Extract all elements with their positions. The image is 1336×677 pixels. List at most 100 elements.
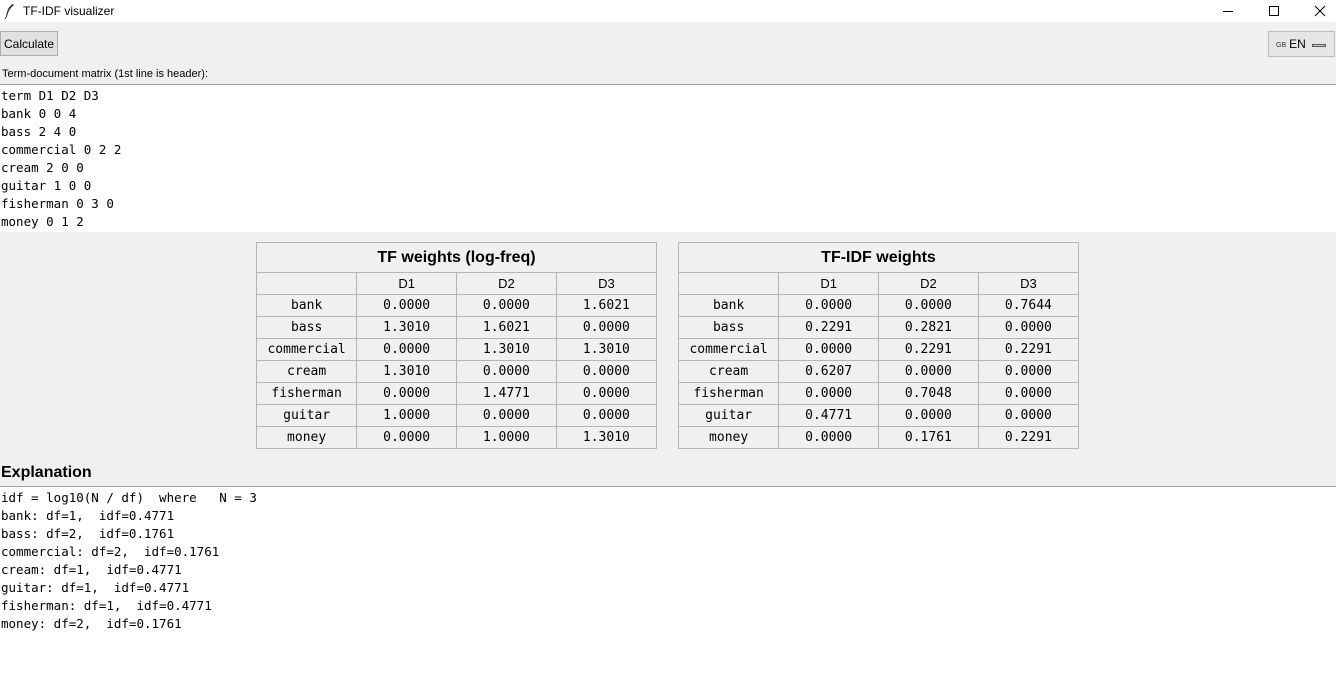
weight-cell: 0.0000 [356, 294, 457, 317]
explanation-line: idf = log10(N / df) where N = 3 [1, 490, 257, 505]
term-cell: money [257, 426, 358, 448]
close-icon [1314, 5, 1326, 17]
flag-icon: GB [1276, 42, 1287, 49]
weight-cell: 1.3010 [456, 338, 557, 361]
term-cell: money [679, 426, 780, 448]
weight-cell: 1.3010 [556, 338, 656, 361]
term-cell: cream [679, 360, 780, 383]
table-row: commercial 0.0000 0.2291 0.2291 [679, 338, 1078, 361]
weight-cell: 0.0000 [978, 360, 1078, 383]
weight-cell: 0.0000 [978, 404, 1078, 427]
weight-cell: 0.0000 [778, 426, 879, 448]
column-header: D2 [878, 273, 979, 295]
weight-cell: 0.2291 [878, 338, 979, 361]
column-header [257, 273, 358, 295]
maximize-button[interactable] [1251, 0, 1297, 22]
weight-cell: 0.7644 [978, 294, 1078, 317]
window-titlebar: TF-IDF visualizer [0, 0, 1336, 22]
table-row: money 0.0000 0.1761 0.2291 [679, 426, 1078, 448]
term-cell: bank [257, 294, 358, 317]
weight-cell: 0.1761 [878, 426, 979, 448]
minimize-button[interactable] [1205, 0, 1251, 22]
explanation-line: cream: df=1, idf=0.4771 [1, 562, 182, 577]
language-selector[interactable]: GB EN [1268, 31, 1335, 57]
weight-cell: 0.2291 [778, 316, 879, 339]
weight-cell: 0.0000 [456, 294, 557, 317]
minimize-icon [1223, 11, 1233, 12]
explanation-heading: Explanation [1, 464, 92, 481]
table-row: cream 1.3010 0.0000 0.0000 [257, 360, 656, 383]
column-header [679, 273, 780, 295]
matrix-line: commercial 0 2 2 [1, 142, 122, 157]
table-row: commercial 0.0000 1.3010 1.3010 [257, 338, 656, 361]
matrix-line: bass 2 4 0 [1, 124, 77, 139]
weight-cell: 0.0000 [556, 360, 656, 383]
close-button[interactable] [1297, 0, 1336, 22]
tf-weights-table: TF weights (log-freq) D1 D2 D3 bank 0.0000 0.… [256, 242, 657, 449]
window-title: TF-IDF visualizer [23, 4, 115, 18]
weight-cell: 1.3010 [582, 429, 630, 445]
tfidf-weights-table: TF-IDF weights D1 D2 D3 bank 0.0000 0.0000 0.7… [678, 242, 1079, 449]
weight-cell: 0.0000 [356, 382, 457, 405]
calculate-button[interactable]: Calculate [0, 31, 58, 56]
weight-cell: 0.2291 [1004, 429, 1052, 445]
column-header: D1 [778, 273, 879, 295]
explanation-line: commercial: df=2, idf=0.1761 [1, 544, 220, 559]
tf-table-title: TF weights (log-freq) [257, 243, 656, 273]
matrix-line: fisherman 0 3 0 [1, 196, 114, 211]
weight-cell: 0.0000 [878, 404, 979, 427]
weight-cell: 0.0000 [778, 382, 879, 405]
explanation-line: money: df=2, idf=0.1761 [1, 616, 182, 631]
weight-cell: 0.0000 [356, 426, 457, 448]
table-row: bass 1.3010 1.6021 0.0000 [257, 316, 656, 339]
term-cell: bass [679, 316, 780, 339]
weight-cell: 0.0000 [978, 316, 1078, 339]
weight-cell: 1.6021 [556, 294, 656, 317]
explanation-line: guitar: df=1, idf=0.4771 [1, 580, 190, 595]
explanation-line: bank: df=1, idf=0.4771 [1, 508, 175, 523]
language-code: EN [1289, 37, 1306, 51]
matrix-input-label: Term-document matrix (1st line is header… [2, 68, 209, 80]
weight-cell: 1.0000 [456, 426, 557, 448]
weight-cell: 0.2821 [878, 316, 979, 339]
weight-cell: 0.0000 [456, 404, 557, 427]
table-row: fisherman 0.0000 0.7048 0.0000 [679, 382, 1078, 405]
weight-cell: 0.0000 [778, 294, 879, 317]
matrix-line: cream 2 0 0 [1, 160, 84, 175]
column-header: D1 [356, 273, 457, 295]
weight-cell: 1.3010 [356, 360, 457, 383]
matrix-line: guitar 1 0 0 [1, 178, 92, 193]
table-row: bank 0.0000 0.0000 0.7644 [679, 294, 1078, 317]
table-header-row: D1 D2 D3 [257, 273, 656, 295]
maximize-icon [1269, 6, 1279, 16]
table-row: fisherman 0.0000 1.4771 0.0000 [257, 382, 656, 405]
weight-cell: 1.4771 [456, 382, 557, 405]
weight-cell: 0.2291 [978, 338, 1078, 361]
explanation-line: fisherman: df=1, idf=0.4771 [1, 598, 212, 613]
table-row: money 0.0000 1.0000 1.3010 [257, 426, 656, 448]
matrix-line: term D1 D2 D3 [1, 88, 99, 103]
term-cell: guitar [679, 404, 780, 427]
column-header: D2 [456, 273, 557, 295]
term-cell: fisherman [679, 382, 780, 405]
term-cell: guitar [257, 404, 358, 427]
matrix-input-textarea[interactable]: term D1 D2 D3 bank 0 0 4 bass 2 4 0 commerc… [0, 84, 1336, 232]
weight-cell: 0.0000 [556, 404, 656, 427]
term-cell: fisherman [257, 382, 358, 405]
feather-icon [4, 4, 14, 19]
weight-cell: 0.0000 [556, 382, 656, 405]
weight-cell: 0.0000 [878, 294, 979, 317]
matrix-line: bank 0 0 4 [1, 106, 77, 121]
tf-table-grid: D1 D2 D3 bank 0.0000 0.0000 1.6021 bass 1.3010 1.… [257, 273, 656, 448]
option-menu-indicator-icon [1312, 44, 1326, 47]
weight-cell: 0.6207 [778, 360, 879, 383]
explanation-line: bass: df=2, idf=0.1761 [1, 526, 175, 541]
weight-cell: 0.0000 [978, 382, 1078, 405]
weight-cell: 0.4771 [778, 404, 879, 427]
matrix-line: money 0 1 2 [1, 214, 84, 229]
weight-cell: 0.0000 [778, 338, 879, 361]
tfidf-table-grid: D1 D2 D3 bank 0.0000 0.0000 0.7644 bass 0.2291 0.… [679, 273, 1078, 448]
term-cell: commercial [257, 338, 358, 361]
weight-cell: 0.0000 [356, 338, 457, 361]
explanation-textarea[interactable]: idf = log10(N / df) where N = 3 bank: df=… [0, 486, 1336, 677]
